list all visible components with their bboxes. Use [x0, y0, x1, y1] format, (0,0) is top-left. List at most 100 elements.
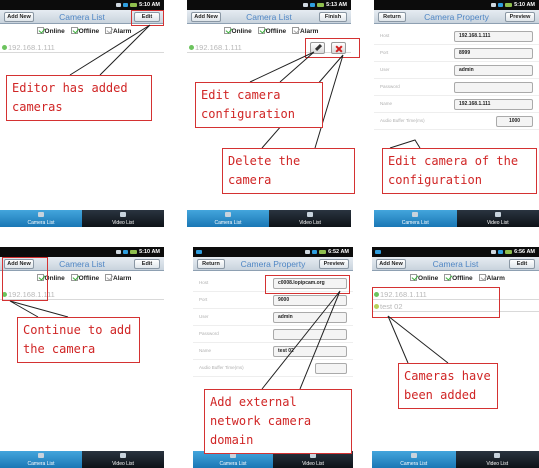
- wifi-icon: [491, 249, 497, 254]
- host-row: Host 192.168.1.111: [374, 28, 539, 45]
- wifi-icon: [116, 249, 122, 254]
- preview-button[interactable]: Preview: [319, 259, 349, 269]
- status-time: 5:10 AM: [139, 2, 160, 8]
- camera-icon: [410, 453, 417, 458]
- callout-editor-added: Editor has added cameras: [6, 75, 152, 121]
- alarm-label: Alarm: [486, 275, 505, 282]
- tab-video-list[interactable]: Video List: [82, 210, 164, 227]
- online-checkbox[interactable]: [410, 274, 418, 281]
- grid-icon: [307, 212, 313, 217]
- camera-list-highlight: [372, 287, 500, 318]
- offline-checkbox[interactable]: [257, 27, 265, 34]
- wifi-icon: [305, 249, 311, 254]
- tab-camera-list[interactable]: Camera List: [0, 210, 82, 227]
- audio-buffer-row: Audio Buffer Time(ms) 1000: [374, 113, 539, 130]
- edit-delete-highlight: [305, 38, 360, 58]
- password-field[interactable]: [273, 329, 347, 340]
- alarm-checkbox[interactable]: [292, 27, 299, 34]
- status-bar: 5:10 AM: [374, 0, 539, 10]
- edit-button[interactable]: Edit: [134, 259, 160, 269]
- audio-buffer-label: Audio Buffer Time(ms): [380, 118, 425, 123]
- alarm-label: Alarm: [113, 275, 132, 282]
- audio-buffer-field[interactable]: [315, 363, 347, 374]
- finish-button[interactable]: Finish: [319, 12, 347, 22]
- tab-camera-list[interactable]: Camera List: [374, 210, 457, 227]
- filter-row: Online Offline Alarm: [372, 274, 539, 282]
- camera-row[interactable]: 192.168.1.111: [0, 42, 164, 53]
- offline-checkbox[interactable]: [444, 274, 452, 281]
- camera-name: 192.168.1.111: [195, 43, 242, 52]
- name-field[interactable]: test 02: [273, 346, 347, 357]
- callout-continue-add: Continue to add the camera: [17, 317, 140, 363]
- callout-edit-configuration: Edit camera configuration: [195, 82, 323, 128]
- property-form: Host 192.168.1.111 Port 8999 User admin Pas…: [374, 28, 539, 130]
- preview-button[interactable]: Preview: [505, 12, 535, 22]
- offline-checkbox[interactable]: [70, 27, 78, 34]
- grid-icon: [494, 453, 501, 458]
- offline-label: Offline: [265, 28, 287, 35]
- offline-checkbox[interactable]: [70, 274, 78, 281]
- battery-icon: [319, 249, 327, 254]
- host-label: Host: [380, 33, 390, 38]
- online-status-icon: [2, 45, 7, 50]
- camera-icon: [225, 212, 231, 217]
- battery-icon: [317, 2, 325, 7]
- filter-row: Online Offline Alarm: [0, 27, 164, 35]
- host-field-highlight: [265, 275, 350, 294]
- return-button[interactable]: Return: [378, 12, 406, 22]
- tab-video-list-label: Video List: [486, 220, 509, 226]
- camera-icon: [38, 453, 44, 458]
- online-label: Online: [231, 28, 252, 35]
- camera-name: 192.168.1.111: [8, 43, 55, 52]
- host-field[interactable]: 192.168.1.111: [454, 31, 533, 42]
- name-label: Name: [380, 101, 393, 106]
- port-row: Port 8999: [374, 45, 539, 62]
- tab-video-list-label: Video List: [299, 220, 321, 226]
- name-field[interactable]: 192.168.1.111: [454, 99, 533, 110]
- camera-icon: [412, 212, 419, 217]
- tab-camera-list[interactable]: Camera List: [0, 451, 82, 468]
- callout-cameras-added: Cameras have been added: [398, 363, 498, 409]
- tab-video-list[interactable]: Video List: [457, 210, 539, 227]
- alarm-checkbox[interactable]: [105, 274, 112, 281]
- tab-camera-list[interactable]: Camera List: [187, 210, 269, 227]
- online-checkbox[interactable]: [36, 27, 44, 34]
- online-status-icon: [189, 45, 194, 50]
- status-bar: 6:56 AM: [372, 247, 539, 257]
- signal-icon: [498, 249, 504, 254]
- tab-video-list[interactable]: Video List: [82, 451, 164, 468]
- online-label: Online: [44, 28, 65, 35]
- add-new-button[interactable]: Add New: [4, 12, 34, 22]
- port-field[interactable]: 8999: [454, 48, 533, 59]
- add-new-button[interactable]: Add New: [376, 259, 406, 269]
- tab-camera-list-label: Camera List: [400, 461, 428, 467]
- tab-video-list[interactable]: Video List: [269, 210, 351, 227]
- user-label: User: [199, 314, 209, 319]
- add-new-button[interactable]: Add New: [191, 12, 221, 22]
- bottom-tab-bar: Camera List Video List: [0, 210, 164, 227]
- bottom-tab-bar: Camera List Video List: [374, 210, 539, 227]
- alarm-checkbox[interactable]: [105, 27, 112, 34]
- port-row: Port 9000: [193, 292, 353, 309]
- tab-video-list[interactable]: Video List: [456, 451, 539, 468]
- user-field[interactable]: admin: [273, 312, 347, 323]
- user-row: User admin: [374, 62, 539, 79]
- host-label: Host: [199, 280, 209, 285]
- edit-button[interactable]: Edit: [509, 259, 535, 269]
- user-field[interactable]: admin: [454, 65, 533, 76]
- title-bar: Camera Property Return Preview: [193, 257, 353, 271]
- audio-buffer-field[interactable]: 1000: [496, 116, 533, 127]
- tab-camera-list-label: Camera List: [219, 461, 247, 467]
- offline-label: Offline: [78, 28, 100, 35]
- return-button[interactable]: Return: [197, 259, 225, 269]
- online-checkbox[interactable]: [223, 27, 231, 34]
- status-time: 5:13 AM: [326, 2, 347, 8]
- alarm-checkbox[interactable]: [478, 274, 486, 281]
- bottom-tab-bar: Camera List Video List: [187, 210, 351, 227]
- status-time: 6:56 AM: [514, 249, 535, 255]
- password-field[interactable]: [454, 82, 533, 93]
- tab-camera-list[interactable]: Camera List: [372, 451, 456, 468]
- signal-icon: [123, 2, 129, 7]
- notification-icon: [375, 250, 381, 254]
- port-field[interactable]: 9000: [273, 295, 347, 306]
